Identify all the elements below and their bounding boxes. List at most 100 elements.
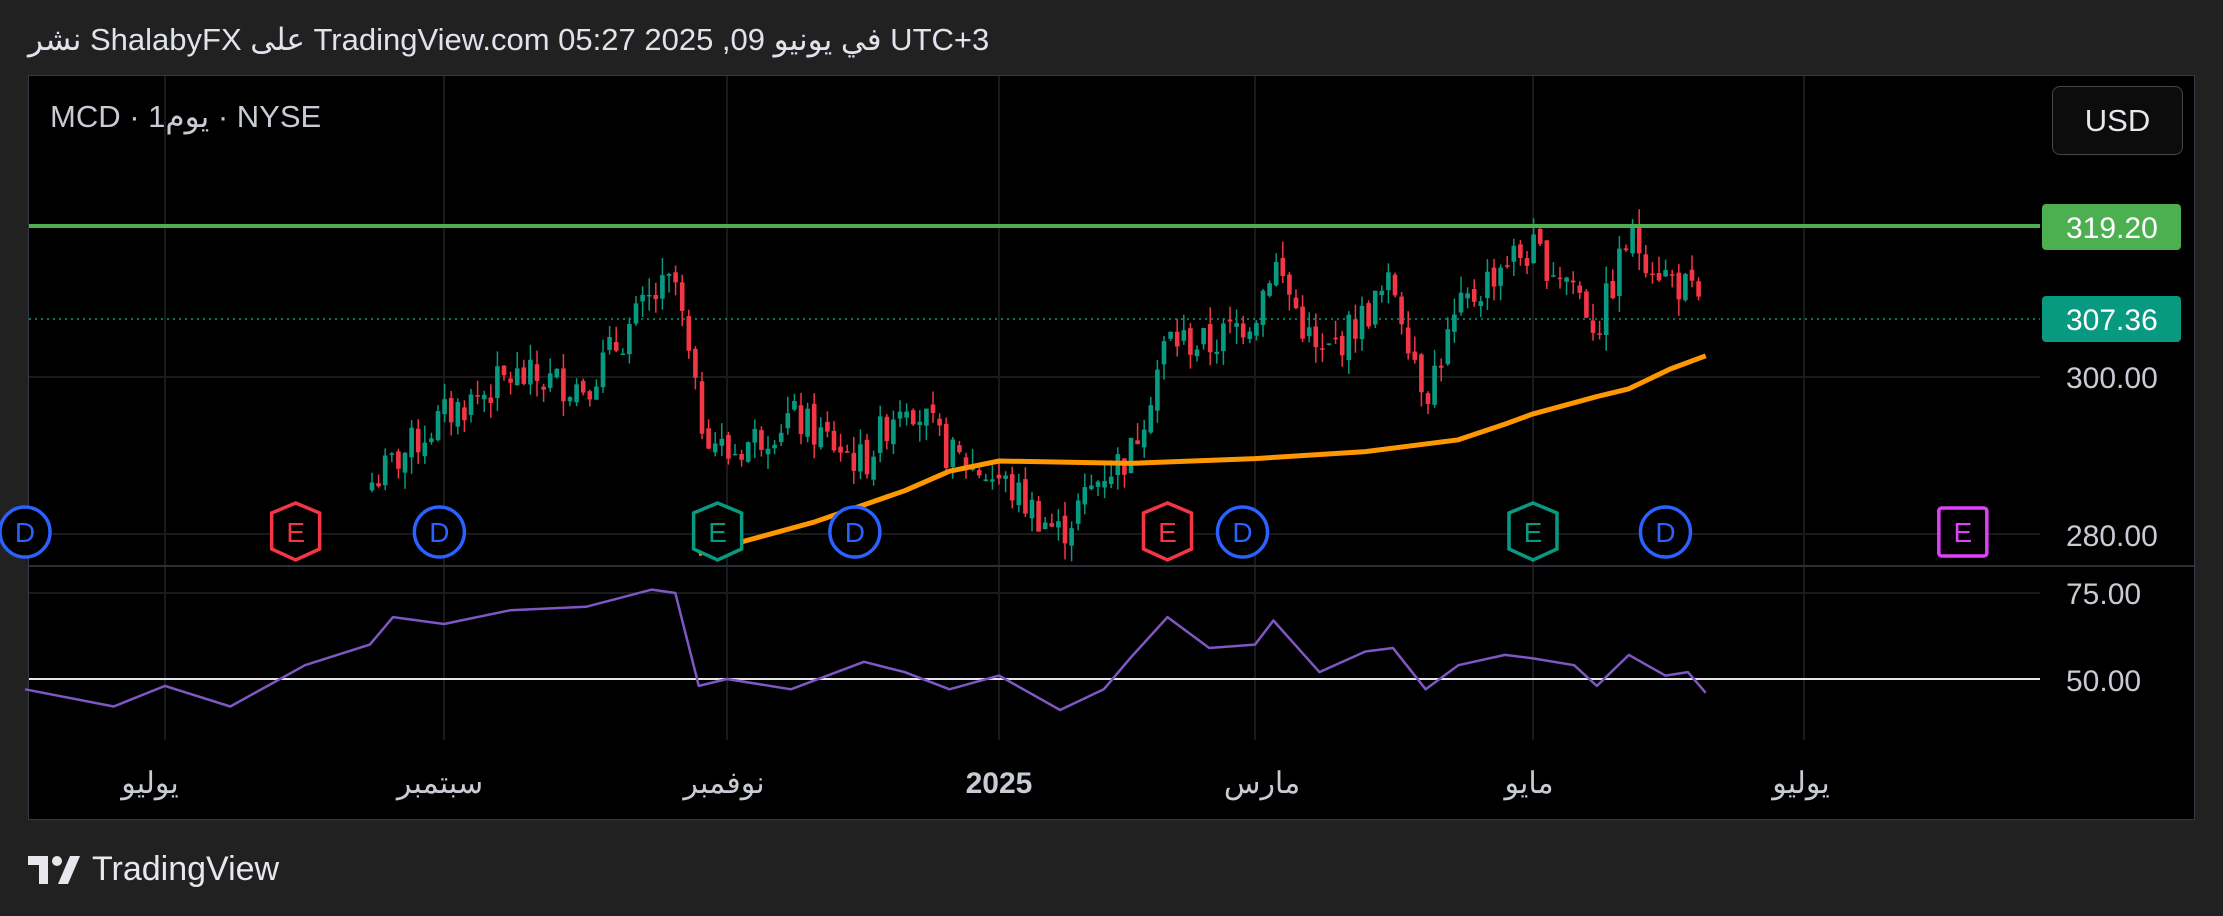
candle-body [1636, 224, 1642, 254]
earnings-marker-2025-08-06[interactable]: E [1937, 506, 1989, 558]
candle-body [798, 405, 804, 435]
candle-body [1293, 297, 1299, 309]
event-label: D [1232, 517, 1252, 548]
dividend-marker-2024-11-29[interactable]: D [828, 505, 882, 559]
dividend-marker-2025-02-28[interactable]: D [1215, 505, 1270, 559]
earnings-marker-2024-10-29[interactable]: E [691, 501, 744, 562]
candle-body [607, 336, 612, 350]
candle-body [462, 407, 467, 421]
event-label: D [845, 517, 865, 548]
candle-body [653, 294, 659, 300]
candle-body [1148, 405, 1154, 433]
candle-body [534, 364, 540, 381]
candle-body [924, 408, 929, 426]
candle-body [1339, 335, 1345, 356]
candle-body [792, 400, 797, 410]
resistance-price-badge: 319.20 [2042, 204, 2181, 250]
candle-body [528, 359, 533, 385]
chart-svg[interactable]: D E D E D E D E D E 300.00 280.00 75.00 50.00 319… [0, 0, 2223, 916]
candle-body [1425, 393, 1431, 405]
candle-body [1511, 245, 1517, 262]
candle-body [1564, 277, 1569, 282]
candle-body [1458, 292, 1464, 313]
candle-body [1353, 319, 1358, 339]
candle-body [732, 453, 738, 456]
price-tick-280: 280.00 [2066, 520, 2158, 553]
candle-body [633, 303, 639, 324]
earnings-marker-2025-05-01[interactable]: E [1507, 501, 1559, 562]
candle-body [1696, 281, 1701, 297]
candle-body [1551, 275, 1556, 277]
candle-body [409, 427, 414, 458]
candle-body [1478, 301, 1484, 307]
candle-body [1359, 305, 1365, 340]
candle-body [435, 411, 441, 441]
candle-body [1075, 500, 1081, 524]
candle-body [620, 353, 626, 355]
earnings-marker-2025-02-10[interactable]: E [1141, 501, 1194, 562]
price-tick-300: 300.00 [2066, 362, 2158, 395]
candle-body [1663, 270, 1668, 277]
candle-body [851, 452, 857, 471]
candle-body [1524, 258, 1530, 266]
candle-body [1656, 273, 1662, 281]
dividend-marker-2025-05-30[interactable]: D [1638, 505, 1693, 559]
candle-body [541, 386, 546, 390]
candlestick-series [369, 209, 1701, 562]
candle-body [1471, 289, 1477, 302]
candle-body [818, 427, 824, 448]
event-markers[interactable]: DEDEDEDEDE [0, 501, 1989, 562]
candle-body [1306, 327, 1312, 337]
candle-body [1683, 274, 1688, 301]
candle-body [1174, 331, 1180, 347]
candle-body [1630, 225, 1635, 254]
currency-button[interactable]: USD [2052, 86, 2183, 155]
candle-body [1155, 369, 1160, 411]
candle-body [1267, 283, 1272, 296]
dividend-marker-2024-06-01[interactable]: D [0, 505, 52, 559]
last-price-badge: 307.36 [2042, 296, 2181, 342]
candle-body [752, 428, 758, 443]
candle-body [1399, 296, 1404, 325]
candle-body [957, 445, 962, 453]
candle-body [442, 399, 447, 415]
candle-body [772, 444, 777, 449]
symbol-label[interactable]: MCD · 1يوم · NYSE [50, 99, 321, 135]
candle-body [1386, 272, 1391, 291]
candle-body [891, 419, 896, 445]
candle-body [640, 294, 645, 302]
candle-body [600, 352, 606, 388]
candle-body [1676, 272, 1682, 300]
candle-body [1491, 267, 1497, 287]
candle-body [1544, 240, 1550, 281]
candle-body [1577, 285, 1583, 293]
candle-body [1300, 306, 1305, 339]
candle-body [930, 404, 936, 414]
candle-body [1280, 257, 1286, 277]
earnings-marker-2024-07-29[interactable]: E [269, 501, 322, 562]
candle-body [1049, 523, 1055, 527]
candle-body [679, 282, 685, 311]
candle-body [1161, 341, 1167, 365]
candle-body [1273, 261, 1279, 286]
candle-body [976, 470, 982, 476]
candle-body [415, 428, 421, 453]
candle-body [1082, 487, 1088, 505]
candle-body [422, 442, 428, 457]
svg-text:307.36: 307.36 [2066, 304, 2158, 337]
candle-body [574, 384, 579, 403]
candle-body [1346, 314, 1352, 361]
candle-body [468, 394, 474, 415]
tradingview-brand[interactable]: TradingView [92, 850, 279, 889]
candle-body [937, 418, 942, 426]
candle-body [805, 408, 810, 437]
candle-body [627, 323, 632, 355]
candle-body [1669, 274, 1675, 276]
candle-body [396, 451, 401, 469]
dividend-marker-2024-08-30[interactable]: D [412, 505, 467, 559]
candle-body [369, 482, 375, 491]
candle-body [1432, 365, 1437, 405]
candle-body [884, 416, 890, 442]
candle-body [1135, 440, 1140, 445]
candle-body [1537, 228, 1543, 244]
